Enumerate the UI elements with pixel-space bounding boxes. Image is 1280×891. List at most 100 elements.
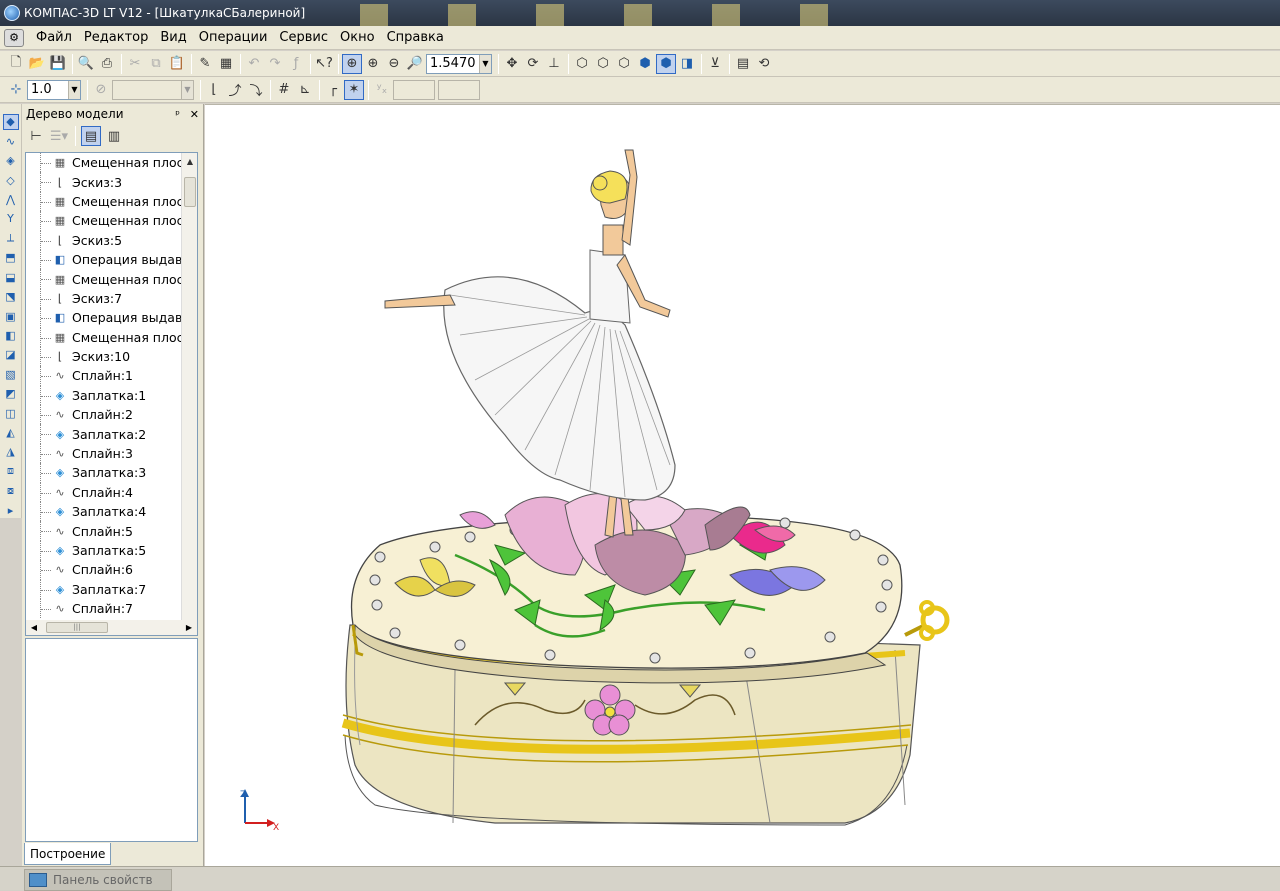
- variables-icon[interactable]: ▦: [216, 54, 236, 74]
- tree-item[interactable]: ▦ Смещенная плос: [26, 211, 197, 231]
- cut-extrude-icon[interactable]: ◧: [3, 328, 19, 343]
- layer-combo[interactable]: ▼: [112, 79, 194, 100]
- halftone-edges-icon[interactable]: ⬢: [656, 53, 676, 74]
- menu-file[interactable]: Файл: [30, 30, 78, 45]
- cut-rotate-icon[interactable]: ◪: [3, 347, 19, 362]
- tree-item[interactable]: ⌊ Эскиз:5: [26, 230, 197, 250]
- arrays-icon[interactable]: ◇: [3, 172, 19, 187]
- tree-view-mode-icon[interactable]: ☰▾: [49, 126, 69, 146]
- zoom-out-icon[interactable]: ⊖: [384, 54, 404, 74]
- tree-item[interactable]: ∿ Сплайн:2: [26, 405, 197, 425]
- tree-list-icon[interactable]: ▤: [81, 126, 101, 146]
- coordinates-icon[interactable]: ʸₓ: [372, 80, 392, 100]
- menu-operations[interactable]: Операции: [193, 30, 274, 45]
- spatial-curves-icon[interactable]: ∿: [3, 134, 19, 149]
- tree-item[interactable]: ∿ Сплайн:5: [26, 521, 197, 541]
- kinematic-tool-icon[interactable]: ⬔: [3, 289, 19, 304]
- tree-structure-icon[interactable]: ⊢: [26, 126, 46, 146]
- chamfer-icon[interactable]: ◩: [3, 386, 19, 401]
- filter-objects-icon[interactable]: ⟂: [3, 231, 19, 246]
- loft-tool-icon[interactable]: ▣: [3, 308, 19, 323]
- section-icon[interactable]: ◮: [3, 444, 19, 459]
- tree-item[interactable]: ◧ Операция выдав: [26, 249, 197, 270]
- kompas-app-icon[interactable]: [4, 5, 20, 21]
- tree-item[interactable]: ◧ Операция выдав: [26, 308, 197, 328]
- coord-x-field[interactable]: [393, 79, 435, 100]
- zoom-combo[interactable]: 1.5470 ▼: [426, 53, 492, 74]
- tree-item[interactable]: ∿ Сплайн:6: [26, 560, 197, 580]
- tree-item[interactable]: ▦ Смещенная плос: [26, 269, 197, 289]
- open-folder-icon[interactable]: 📂: [27, 54, 47, 74]
- tree-item[interactable]: ▦ Смещенная плос: [26, 327, 197, 347]
- rotate-icon[interactable]: ⟳: [523, 54, 543, 74]
- menu-view[interactable]: Вид: [154, 30, 192, 45]
- filter-icon[interactable]: ⊻: [705, 54, 725, 74]
- layer-icon[interactable]: ⊘: [91, 80, 111, 100]
- zoom-window-icon[interactable]: ⊕: [342, 53, 362, 74]
- step-combo[interactable]: 1.0 ▼: [27, 79, 81, 100]
- rebuild-icon[interactable]: ⟲: [754, 54, 774, 74]
- tree-horizontal-scrollbar[interactable]: ◀ ||| ▶: [25, 620, 198, 636]
- properties-icon[interactable]: ✎: [195, 54, 215, 74]
- tree-item[interactable]: ⌊ Эскиз:10: [26, 346, 197, 367]
- mirror-icon[interactable]: ⧈: [3, 464, 19, 479]
- edit-details-icon[interactable]: ◆: [2, 114, 19, 130]
- pan-icon[interactable]: ✥: [502, 54, 522, 74]
- reset-snap-icon[interactable]: ⤵: [246, 80, 266, 100]
- tree-item[interactable]: ∿ Сплайн:4: [26, 482, 197, 503]
- shell-icon[interactable]: ◫: [3, 405, 19, 420]
- wireframe-icon[interactable]: ⬡: [572, 54, 592, 74]
- tree-item[interactable]: ▦ Смещенная плос: [26, 191, 197, 212]
- rib-icon[interactable]: ◭: [3, 425, 19, 440]
- new-document-icon[interactable]: 🗋: [6, 54, 26, 74]
- pattern-icon[interactable]: ⧇: [3, 483, 19, 498]
- tree-item[interactable]: ◈ Заплатка:2: [26, 424, 197, 444]
- fillet-icon[interactable]: ▧: [3, 367, 19, 382]
- function-icon[interactable]: ƒ: [286, 54, 306, 74]
- grid-icon[interactable]: #: [274, 80, 294, 100]
- scroll-thumb[interactable]: [184, 177, 196, 207]
- corner-icon[interactable]: ┌: [323, 80, 343, 100]
- copy-icon[interactable]: ⧉: [146, 54, 166, 74]
- perspective-icon[interactable]: ◨: [677, 54, 697, 74]
- properties-panel-tab[interactable]: Панель свойств: [24, 869, 172, 891]
- menu-help[interactable]: Справка: [381, 30, 450, 45]
- tree-item[interactable]: ◈ Заплатка:4: [26, 502, 197, 522]
- scroll-left-icon[interactable]: ◀: [26, 620, 42, 635]
- tree-item[interactable]: ◈ Заплатка:1: [26, 385, 197, 406]
- measure-icon[interactable]: Y: [3, 211, 19, 226]
- extrude-tool-icon[interactable]: ⬒: [3, 250, 19, 265]
- tab-construction[interactable]: Построение: [24, 843, 112, 865]
- chevron-down-icon[interactable]: ▼: [68, 80, 80, 99]
- zoom-in-icon[interactable]: ⊕: [363, 54, 383, 74]
- menu-editor[interactable]: Редактор: [78, 30, 154, 45]
- undo-icon[interactable]: ↶: [244, 54, 264, 74]
- tree-item[interactable]: ◈ Заплатка:5: [26, 540, 197, 561]
- hidden-lines-icon[interactable]: ⬡: [593, 54, 613, 74]
- orientation-icon[interactable]: ⊥: [544, 54, 564, 74]
- close-icon[interactable]: ✕: [190, 108, 199, 121]
- chevron-down-icon[interactable]: ▼: [181, 80, 193, 99]
- model-viewport[interactable]: Z X: [205, 104, 1280, 866]
- round-snap-icon[interactable]: ✶: [344, 79, 364, 100]
- save-icon[interactable]: 💾: [48, 54, 68, 74]
- help-pointer-icon[interactable]: ↖?: [314, 54, 334, 74]
- menu-service[interactable]: Сервис: [273, 30, 334, 45]
- print-icon[interactable]: ⎙: [97, 54, 117, 74]
- chevron-down-icon[interactable]: ▼: [479, 54, 491, 73]
- paste-icon[interactable]: 📋: [167, 54, 187, 74]
- local-cs-icon[interactable]: ⌊: [204, 80, 224, 100]
- tree-item[interactable]: ▦ Смещенная плос: [26, 153, 197, 173]
- cursor-step-icon[interactable]: ⊹: [6, 80, 26, 100]
- halftone-icon[interactable]: ⬢: [635, 54, 655, 74]
- tree-item[interactable]: ∿ Сплайн:3: [26, 443, 197, 464]
- manager-icon[interactable]: ▤: [733, 54, 753, 74]
- auxiliary-geometry-icon[interactable]: ⋀: [3, 192, 19, 207]
- ortho-icon[interactable]: ⊾: [295, 80, 315, 100]
- coord-y-field[interactable]: [438, 79, 480, 100]
- scroll-up-icon[interactable]: ▲: [182, 153, 197, 169]
- tree-item[interactable]: ◈ Заплатка:3: [26, 463, 197, 483]
- tree-item[interactable]: ◈ Заплатка:7: [26, 579, 197, 599]
- scroll-thumb[interactable]: |||: [46, 622, 108, 633]
- snap-icon[interactable]: ⤴: [225, 80, 245, 100]
